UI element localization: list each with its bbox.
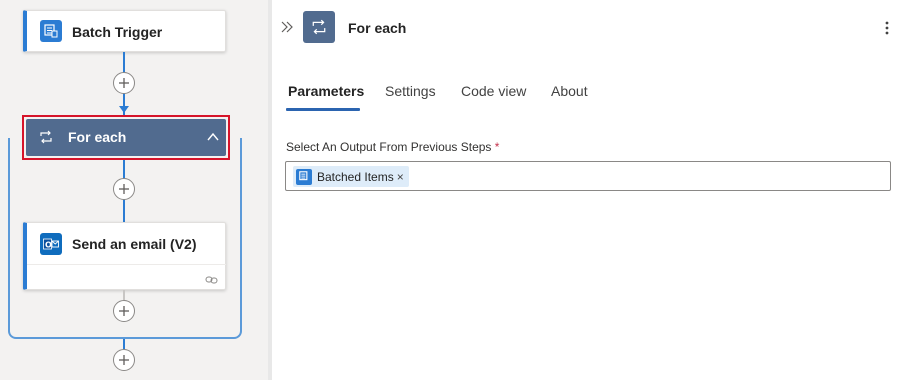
token-remove-button[interactable]: × bbox=[397, 170, 404, 184]
connector-line bbox=[123, 339, 125, 349]
add-step-button[interactable] bbox=[113, 72, 135, 94]
active-tab-indicator bbox=[286, 108, 360, 111]
required-mark: * bbox=[494, 140, 500, 154]
batch-trigger-icon bbox=[296, 168, 312, 185]
panel-title: For each bbox=[348, 20, 407, 36]
add-step-button[interactable] bbox=[113, 349, 135, 371]
connector-arrow-icon bbox=[119, 106, 129, 113]
batch-trigger-title: Batch Trigger bbox=[72, 24, 163, 40]
tab-settings[interactable]: Settings bbox=[385, 83, 436, 99]
output-token-input[interactable]: Batched Items × bbox=[285, 161, 891, 191]
details-panel: For each Parameters Settings Code view A… bbox=[272, 0, 900, 380]
foreach-card-header[interactable]: For each bbox=[26, 119, 226, 156]
field-label-text: Select An Output From Previous Steps bbox=[286, 140, 492, 154]
plus-icon bbox=[119, 78, 129, 88]
loop-icon bbox=[303, 11, 335, 43]
send-email-card[interactable]: O Send an email (V2) bbox=[23, 222, 226, 290]
batched-items-token[interactable]: Batched Items × bbox=[293, 166, 409, 187]
output-field-label: Select An Output From Previous Steps * bbox=[286, 140, 499, 154]
card-divider bbox=[27, 264, 226, 265]
batch-trigger-card[interactable]: Batch Trigger bbox=[23, 10, 226, 52]
plus-icon bbox=[119, 355, 129, 365]
token-label: Batched Items bbox=[317, 169, 394, 184]
designer-canvas[interactable]: Batch Trigger For each O Send an email (… bbox=[0, 0, 268, 380]
double-chevron-right-icon[interactable] bbox=[280, 20, 294, 39]
link-icon bbox=[205, 272, 218, 290]
chevron-up-icon[interactable] bbox=[206, 130, 220, 149]
batch-trigger-icon bbox=[40, 20, 62, 42]
plus-icon bbox=[119, 184, 129, 194]
send-email-title: Send an email (V2) bbox=[72, 236, 197, 252]
svg-text:O: O bbox=[45, 241, 52, 250]
tab-parameters[interactable]: Parameters bbox=[288, 83, 364, 99]
foreach-title: For each bbox=[68, 129, 127, 145]
add-step-button[interactable] bbox=[113, 178, 135, 200]
tab-code-view[interactable]: Code view bbox=[461, 83, 526, 99]
connector-line bbox=[123, 290, 125, 300]
outlook-icon: O bbox=[40, 233, 62, 255]
loop-icon bbox=[39, 130, 53, 149]
more-vertical-icon[interactable] bbox=[884, 20, 890, 41]
tab-about[interactable]: About bbox=[551, 83, 588, 99]
plus-icon bbox=[119, 306, 129, 316]
add-step-button[interactable] bbox=[113, 300, 135, 322]
